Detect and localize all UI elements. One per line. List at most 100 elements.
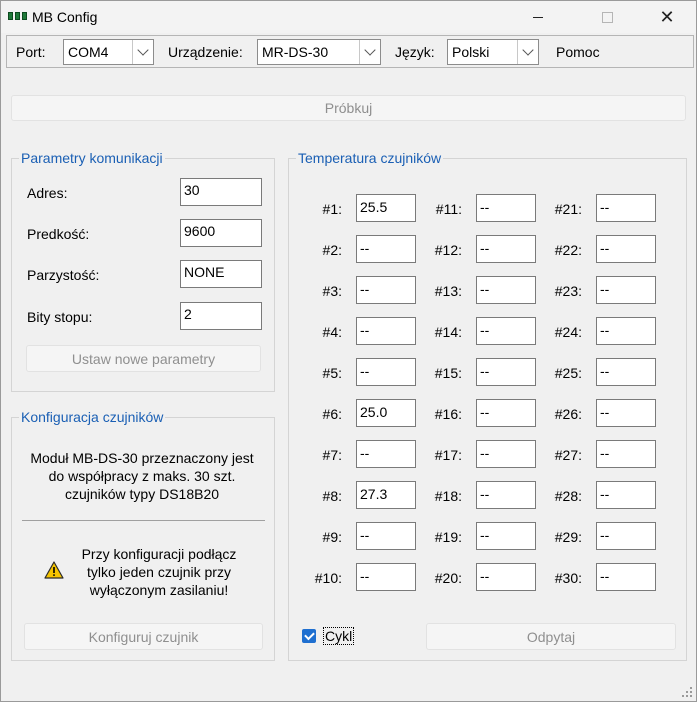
cycle-label[interactable]: Cykl	[323, 627, 355, 645]
language-label: Język:	[395, 44, 435, 60]
sensor-label-21: #21:	[554, 201, 582, 217]
sensor-value-24[interactable]: --	[596, 317, 656, 345]
sensor-value-17[interactable]: --	[476, 440, 536, 468]
sensor-config-group: Konfiguracja czujników Moduł MB-DS-30 pr…	[11, 409, 275, 661]
maximize-icon	[601, 11, 613, 23]
parity-field[interactable]: NONE	[180, 260, 262, 288]
app-window: MB Config ✕ Port: COM4 Urządzenie: MR-DS…	[0, 0, 697, 702]
sensor-value-26[interactable]: --	[596, 399, 656, 427]
port-value: COM4	[68, 44, 109, 60]
sensor-value-19[interactable]: --	[476, 522, 536, 550]
device-label: Urządzenie:	[168, 44, 243, 60]
sensor-label-17: #17:	[434, 447, 462, 463]
sensor-label-30: #30:	[554, 570, 582, 586]
sensor-value-9[interactable]: --	[356, 522, 416, 550]
sensor-label-4: #4:	[322, 324, 342, 340]
sensor-value-23[interactable]: --	[596, 276, 656, 304]
sensor-label-5: #5:	[322, 365, 342, 381]
sensor-value-21[interactable]: --	[596, 194, 656, 222]
sensor-label-10: #10:	[314, 570, 342, 586]
sensor-value-25[interactable]: --	[596, 358, 656, 386]
language-value: Polski	[452, 44, 490, 60]
sensor-value-15[interactable]: --	[476, 358, 536, 386]
sensor-value-2[interactable]: --	[356, 235, 416, 263]
sensor-label-27: #27:	[554, 447, 582, 463]
read-button[interactable]: Odpytaj	[426, 623, 676, 650]
sensor-label-1: #1:	[322, 201, 342, 217]
sensor-label-18: #18:	[434, 488, 462, 504]
sensor-label-8: #8:	[322, 488, 342, 504]
sensor-value-12[interactable]: --	[476, 235, 536, 263]
sensor-value-22[interactable]: --	[596, 235, 656, 263]
help-menu[interactable]: Pomoc	[556, 44, 600, 60]
window-title: MB Config	[32, 9, 98, 25]
sensor-value-5[interactable]: --	[356, 358, 416, 386]
sensor-label-24: #24:	[554, 324, 582, 340]
sensor-label-16: #16:	[434, 406, 462, 422]
comm-params-group: Parametry komunikacji Adres: 30 Predkość…	[11, 150, 275, 392]
sensor-value-4[interactable]: --	[356, 317, 416, 345]
maximize-button[interactable]	[584, 1, 630, 33]
stop-bits-field[interactable]: 2	[180, 302, 262, 330]
configure-sensor-button[interactable]: Konfiguruj czujnik	[24, 623, 263, 650]
sample-button[interactable]: Próbkuj	[11, 95, 686, 121]
port-select[interactable]: COM4	[63, 39, 154, 65]
sensor-label-19: #19:	[434, 529, 462, 545]
sensor-value-16[interactable]: --	[476, 399, 536, 427]
app-logo-icon	[8, 12, 28, 20]
sensor-value-30[interactable]: --	[596, 563, 656, 591]
sensor-value-6[interactable]: 25.0	[356, 399, 416, 427]
address-field[interactable]: 30	[180, 178, 262, 206]
close-icon: ✕	[659, 6, 675, 27]
chevron-down-icon[interactable]	[359, 40, 380, 64]
sensor-value-10[interactable]: --	[356, 563, 416, 591]
temperatures-group: Temperatura czujników #1: 25.5 #2: -- #3: -- #…	[288, 150, 687, 661]
sensor-label-29: #29:	[554, 529, 582, 545]
baud-field[interactable]: 9600	[180, 219, 262, 247]
sensor-label-12: #12:	[434, 242, 462, 258]
sensor-value-28[interactable]: --	[596, 481, 656, 509]
sensor-label-9: #9:	[322, 529, 342, 545]
resize-grip-icon[interactable]	[682, 687, 692, 697]
set-params-button[interactable]: Ustaw nowe parametry	[26, 345, 261, 372]
language-select[interactable]: Polski	[447, 39, 539, 65]
address-label: Adres:	[27, 185, 68, 201]
sensor-label-6: #6:	[322, 406, 342, 422]
device-value: MR-DS-30	[262, 44, 329, 60]
chevron-down-icon[interactable]	[132, 40, 153, 64]
sensor-value-3[interactable]: --	[356, 276, 416, 304]
sensor-value-7[interactable]: --	[356, 440, 416, 468]
warning-text: Przy konfiguracji podłącz tylko jeden cz…	[81, 546, 237, 598]
sensor-label-28: #28:	[554, 488, 582, 504]
stop-bits-label: Bity stopu:	[27, 309, 93, 325]
chevron-down-icon[interactable]	[517, 40, 538, 64]
sensor-label-7: #7:	[322, 447, 342, 463]
sensor-config-title: Konfiguracja czujników	[19, 409, 166, 425]
divider	[22, 520, 265, 521]
sensor-value-13[interactable]: --	[476, 276, 536, 304]
sensor-value-29[interactable]: --	[596, 522, 656, 550]
sensor-label-20: #20:	[434, 570, 462, 586]
sensor-label-25: #25:	[554, 365, 582, 381]
sensor-value-18[interactable]: --	[476, 481, 536, 509]
close-button[interactable]: ✕	[644, 1, 690, 33]
sensor-value-11[interactable]: --	[476, 194, 536, 222]
sensor-value-14[interactable]: --	[476, 317, 536, 345]
device-select[interactable]: MR-DS-30	[257, 39, 381, 65]
sensor-value-20[interactable]: --	[476, 563, 536, 591]
temperatures-title: Temperatura czujników	[296, 150, 444, 166]
sensor-value-1[interactable]: 25.5	[356, 194, 416, 222]
baud-label: Predkość:	[27, 226, 90, 242]
cycle-checkbox[interactable]	[302, 629, 316, 643]
minimize-button[interactable]	[515, 1, 561, 33]
sensor-value-27[interactable]: --	[596, 440, 656, 468]
checkmark-icon	[303, 629, 315, 641]
title-bar: MB Config ✕	[1, 1, 696, 33]
module-description: Moduł MB-DS-30 przeznaczony jest do wspó…	[30, 450, 254, 502]
sensor-label-3: #3:	[322, 283, 342, 299]
sensor-label-2: #2:	[322, 242, 342, 258]
port-label: Port:	[16, 44, 46, 60]
sensor-label-13: #13:	[434, 283, 462, 299]
sensor-value-8[interactable]: 27.3	[356, 481, 416, 509]
sensor-label-26: #26:	[554, 406, 582, 422]
